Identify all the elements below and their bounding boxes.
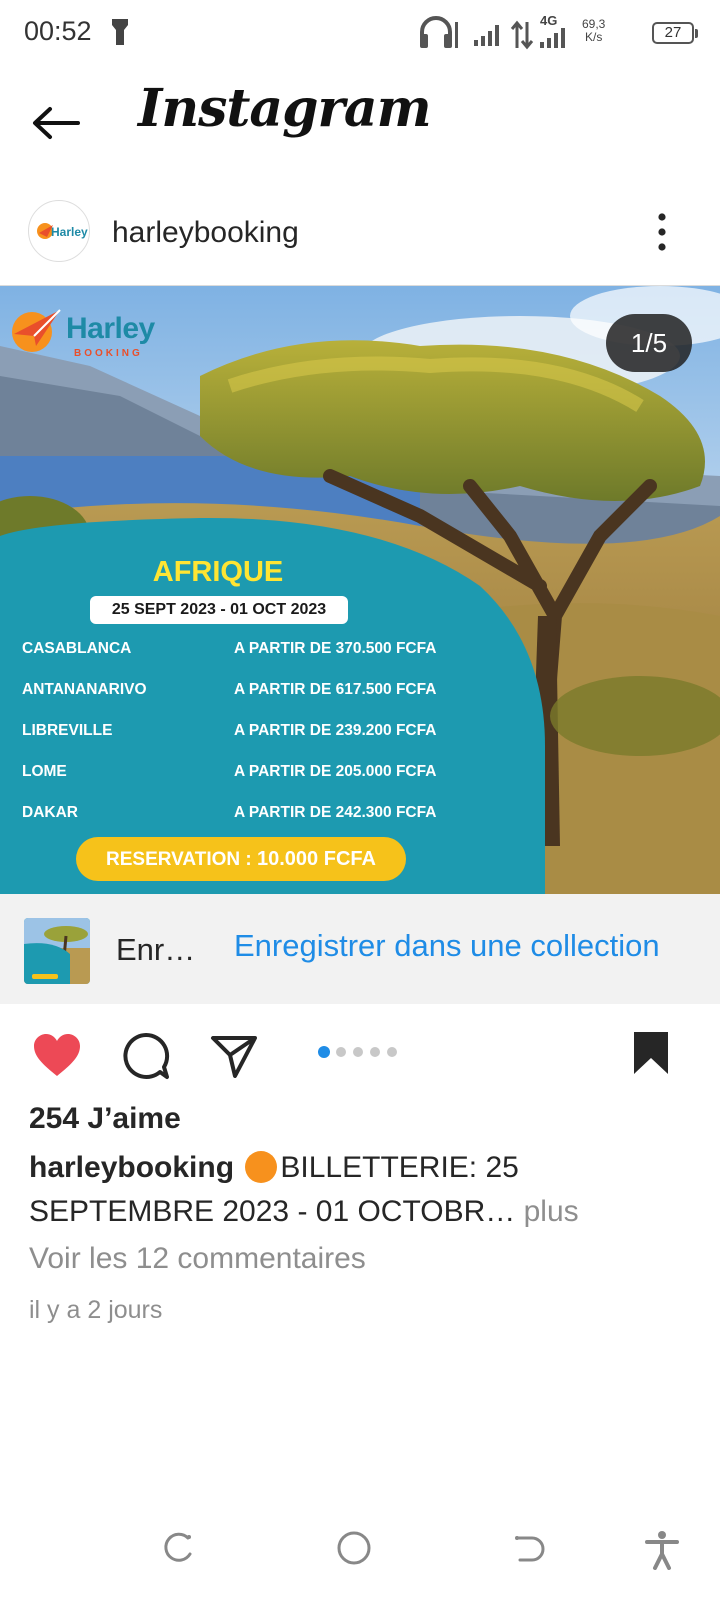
reservation-pill: RESERVATION : 10.000 FCFA bbox=[76, 837, 406, 881]
carousel-dot bbox=[387, 1047, 397, 1057]
view-comments-link[interactable]: Voir les 12 commentaires bbox=[29, 1242, 366, 1276]
post-caption: harleybooking BILLETTERIE: 25 SEPTEMBRE … bbox=[29, 1146, 669, 1234]
status-time: 00:52 bbox=[24, 16, 92, 46]
data-transfer-icon bbox=[510, 20, 534, 50]
orange-circle-emoji bbox=[242, 1151, 280, 1183]
thumbnail-image bbox=[24, 918, 90, 984]
recent-apps-icon[interactable] bbox=[160, 1530, 196, 1566]
carousel-dot bbox=[336, 1047, 346, 1057]
post-username[interactable]: harleybooking bbox=[112, 216, 299, 250]
post-image[interactable]: Harley BOOKING 1/5 AFRIQUE 25 SEPT 2023 … bbox=[0, 286, 720, 894]
route-city: DAKAR bbox=[22, 804, 78, 821]
share-icon[interactable] bbox=[210, 1034, 258, 1078]
route-price: A PARTIR DE 617.500 FCFA bbox=[234, 681, 437, 698]
carousel-dot bbox=[370, 1047, 380, 1057]
plane-logo-icon bbox=[12, 309, 61, 352]
reservation-value: 10.000 FCFA bbox=[257, 848, 376, 870]
carousel-dot-active bbox=[318, 1046, 330, 1058]
reservation-label: RESERVATION : bbox=[106, 849, 252, 870]
promo-title: AFRIQUE bbox=[152, 556, 284, 588]
route-price: A PARTIR DE 370.500 FCFA bbox=[234, 640, 437, 657]
back-nav-icon[interactable] bbox=[512, 1530, 548, 1566]
route-row: LIBREVILLE A PARTIR DE 239.200 FCFA bbox=[22, 722, 482, 746]
likes-count[interactable]: 254 J’aime bbox=[29, 1102, 181, 1136]
headphones-icon bbox=[420, 16, 458, 48]
promo-dates: 25 SEPT 2023 - 01 OCT 2023 bbox=[90, 596, 348, 624]
post-timestamp: il y a 2 jours bbox=[29, 1296, 163, 1324]
brand-sub: BOOKING bbox=[74, 348, 143, 359]
post-header: Harley harleybooking bbox=[0, 196, 720, 274]
heart-icon[interactable] bbox=[32, 1032, 82, 1078]
status-bar: 00:52 4G 69,3 K/s 27 bbox=[0, 0, 720, 66]
save-to-collection-link[interactable]: Enregistrer dans une collection bbox=[234, 928, 660, 964]
post-actions bbox=[0, 1026, 720, 1082]
comment-icon[interactable] bbox=[122, 1032, 170, 1080]
app-title: Instagram bbox=[138, 78, 432, 139]
back-arrow-icon[interactable] bbox=[30, 105, 80, 141]
saved-post-thumbnail bbox=[24, 918, 90, 984]
route-row: ANTANANARIVO A PARTIR DE 617.500 FCFA bbox=[22, 681, 482, 705]
battery-icon: 27 bbox=[652, 22, 698, 44]
caption-more-link[interactable]: plus bbox=[524, 1195, 579, 1228]
brand-name: Harley bbox=[66, 312, 155, 345]
caption-username[interactable]: harleybooking bbox=[29, 1151, 234, 1184]
route-city: CASABLANCA bbox=[22, 640, 132, 657]
speed-unit: K/s bbox=[585, 30, 603, 44]
route-city: LIBREVILLE bbox=[22, 722, 113, 739]
system-nav-bar bbox=[0, 1520, 720, 1600]
network-speed: 69,3 K/s bbox=[582, 18, 605, 44]
carousel-dot bbox=[353, 1047, 363, 1057]
signal-icon bbox=[474, 25, 499, 46]
app-header: Instagram bbox=[0, 70, 720, 180]
signal-icon-2 bbox=[540, 28, 565, 48]
route-row: LOME A PARTIR DE 205.000 FCFA bbox=[22, 763, 482, 787]
svg-text:Harley: Harley bbox=[51, 225, 88, 239]
bookmark-icon[interactable] bbox=[632, 1030, 670, 1076]
save-label[interactable]: Enr… bbox=[116, 932, 195, 968]
image-counter: 1/5 bbox=[606, 314, 692, 372]
safari-background bbox=[0, 286, 720, 894]
brand-logo: Harley BOOKING bbox=[8, 302, 168, 364]
route-price: A PARTIR DE 239.200 FCFA bbox=[234, 722, 437, 739]
route-row: DAKAR A PARTIR DE 242.300 FCFA bbox=[22, 804, 482, 828]
route-price: A PARTIR DE 242.300 FCFA bbox=[234, 804, 437, 821]
avatar[interactable]: Harley bbox=[28, 200, 90, 262]
route-city: LOME bbox=[22, 763, 67, 780]
accessibility-icon[interactable] bbox=[644, 1530, 680, 1570]
more-icon[interactable] bbox=[654, 212, 670, 252]
route-price: A PARTIR DE 205.000 FCFA bbox=[234, 763, 437, 780]
avatar-logo: Harley bbox=[37, 223, 88, 239]
route-row: CASABLANCA A PARTIR DE 370.500 FCFA bbox=[22, 640, 482, 664]
route-city: ANTANANARIVO bbox=[22, 681, 147, 698]
home-icon[interactable] bbox=[336, 1530, 372, 1566]
torch-icon bbox=[112, 19, 128, 45]
save-to-collection-banner: Enr… Enregistrer dans une collection bbox=[0, 894, 720, 1004]
